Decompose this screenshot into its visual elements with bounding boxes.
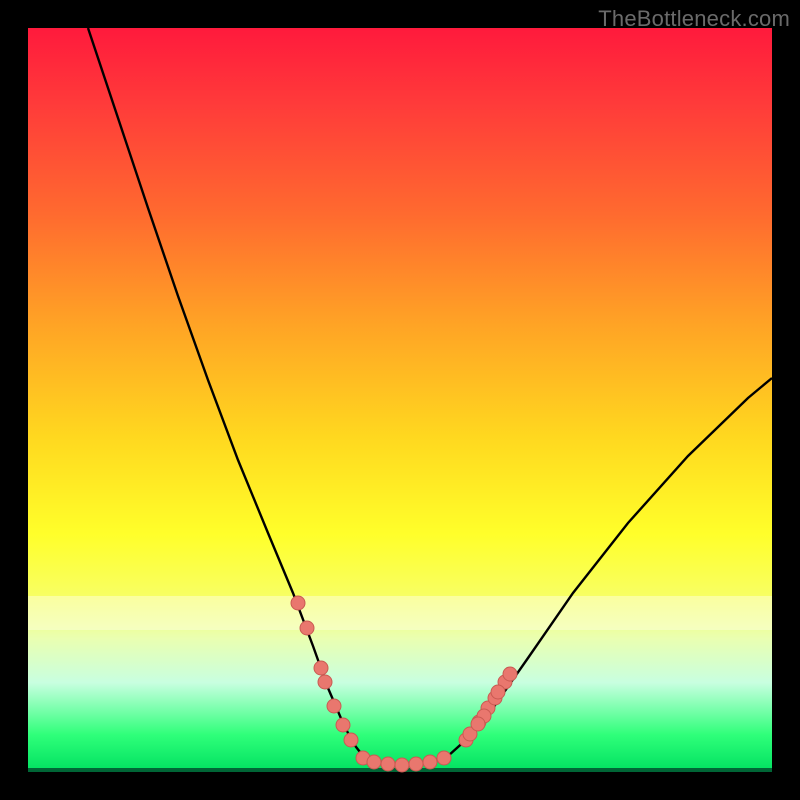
marker-dot: [409, 757, 423, 771]
marker-dot: [367, 755, 381, 769]
marker-dot: [318, 675, 332, 689]
watermark-text: TheBottleneck.com: [598, 6, 790, 32]
marker-dot: [381, 757, 395, 771]
marker-dot: [491, 685, 505, 699]
chart-svg: [28, 28, 772, 772]
marker-dot: [423, 755, 437, 769]
marker-dot: [344, 733, 358, 747]
marker-dot: [327, 699, 341, 713]
stage: TheBottleneck.com: [0, 0, 800, 800]
marker-dot: [300, 621, 314, 635]
marker-dot: [471, 717, 485, 731]
marker-dots: [291, 596, 517, 772]
marker-dot: [314, 661, 328, 675]
marker-dot: [437, 751, 451, 765]
marker-dot: [395, 758, 409, 772]
curve-left-branch: [88, 28, 363, 756]
plot-area: [28, 28, 772, 772]
marker-dot: [503, 667, 517, 681]
marker-dot: [336, 718, 350, 732]
marker-dot: [291, 596, 305, 610]
